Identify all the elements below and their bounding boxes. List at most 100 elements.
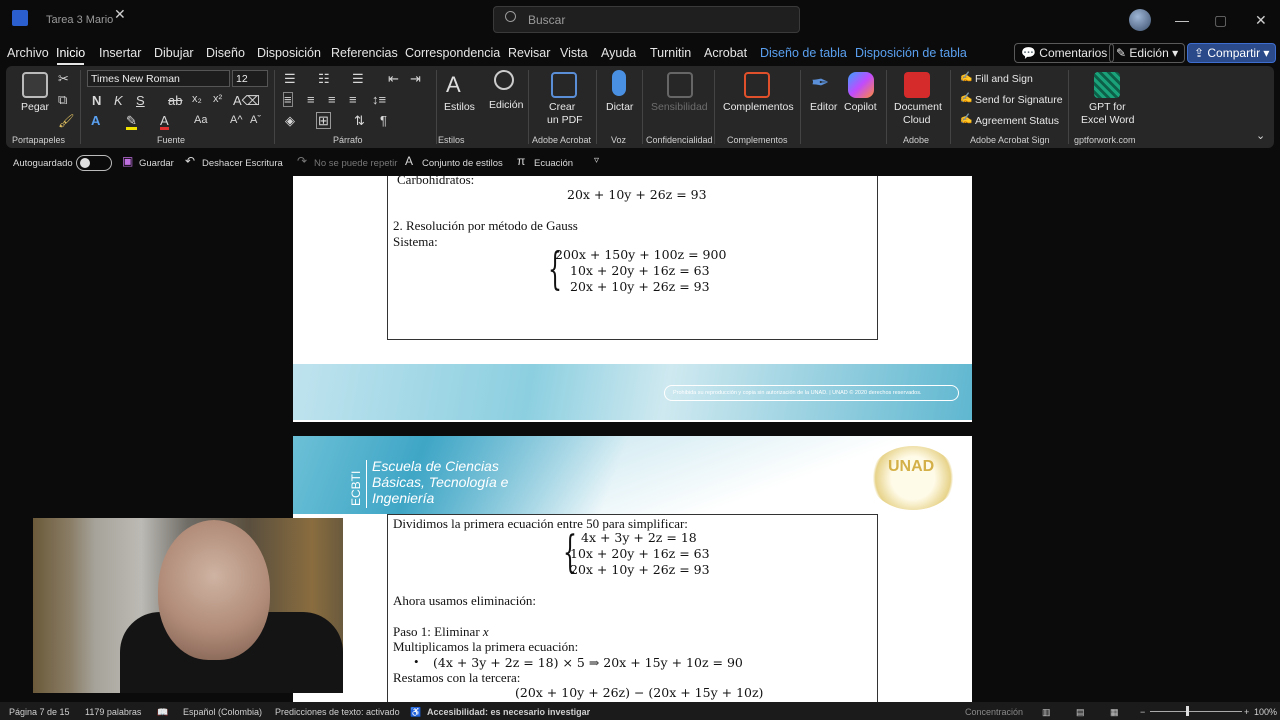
menu-diseno-tabla[interactable]: Diseño de tabla — [760, 46, 847, 60]
cut-icon[interactable]: ✂ — [58, 72, 69, 85]
menu-ayuda[interactable]: Ayuda — [601, 46, 636, 60]
font-size-select[interactable]: 12 — [232, 70, 268, 87]
editor-button[interactable]: Editor — [810, 101, 837, 113]
document-cloud-line2[interactable]: Cloud — [903, 114, 930, 126]
search-input[interactable]: Buscar — [493, 6, 800, 33]
superscript-icon[interactable]: x² — [213, 94, 222, 105]
menu-correspondencia[interactable]: Correspondencia — [405, 46, 500, 60]
copilot-button[interactable]: Copilot — [844, 101, 877, 113]
save-button[interactable]: Guardar — [139, 158, 174, 169]
minimize-button[interactable]: — — [1175, 12, 1189, 28]
focus-button[interactable]: Concentración — [965, 707, 1023, 717]
unad-logo — [870, 446, 956, 510]
copy-icon[interactable]: ⧉ — [58, 93, 67, 106]
bullets-icon[interactable]: ☰ — [284, 72, 296, 85]
editing-mode-button[interactable]: ✎ Edición ▾ — [1109, 43, 1186, 63]
school-line-1: Escuela de Ciencias — [372, 458, 499, 474]
maximize-button[interactable]: ▢ — [1214, 12, 1227, 29]
send-for-signature-button[interactable]: Send for Signature — [975, 94, 1063, 106]
zoom-slider-thumb[interactable] — [1186, 706, 1189, 716]
editing-button[interactable]: Edición — [489, 99, 523, 111]
zoom-level[interactable]: 100% — [1254, 707, 1277, 717]
align-center-icon[interactable]: ≡ — [307, 93, 315, 106]
highlight-icon[interactable]: ✎ — [126, 114, 137, 130]
word-count[interactable]: 1179 palabras — [85, 707, 141, 717]
style-set-button[interactable]: Conjunto de estilos — [422, 158, 503, 169]
active-tab-indicator — [57, 63, 84, 65]
underline-button[interactable]: S — [136, 94, 145, 107]
undo-button[interactable]: Deshacer Escritura — [202, 158, 283, 169]
format-painter-icon[interactable]: 🖌 — [58, 114, 75, 127]
step1-label: Paso 1: Eliminar — [393, 624, 483, 639]
shading-icon[interactable]: ◈ — [285, 114, 295, 127]
line-spacing-icon[interactable]: ↕≡ — [372, 93, 386, 106]
language-status[interactable]: Español (Colombia) — [183, 707, 262, 717]
numbering-icon[interactable]: ☷ — [318, 72, 330, 85]
font-name-select[interactable]: Times New Roman — [87, 70, 230, 87]
comments-button[interactable]: 💬 Comentarios — [1014, 43, 1115, 63]
clear-formatting-icon[interactable]: A⌫ — [233, 94, 260, 107]
italic-button[interactable]: K — [114, 94, 123, 107]
zoom-out-icon[interactable]: − — [1140, 707, 1145, 717]
font-color-icon[interactable]: A — [160, 114, 169, 130]
menu-vista[interactable]: Vista — [560, 46, 588, 60]
collapse-ribbon-icon[interactable]: ⌄ — [1256, 131, 1265, 142]
close-button[interactable]: ✕ — [1255, 12, 1267, 29]
text-effects-icon[interactable]: A — [91, 114, 100, 127]
text-predictions-status[interactable]: Predicciones de texto: activado — [275, 707, 400, 717]
menu-referencias[interactable]: Referencias — [331, 46, 398, 60]
shrink-font-icon[interactable]: Aˇ — [250, 115, 261, 126]
fill-and-sign-button[interactable]: Fill and Sign — [975, 73, 1033, 85]
subscript-icon[interactable]: x₂ — [192, 94, 202, 105]
menu-disposicion-tabla[interactable]: Disposición de tabla — [855, 46, 967, 60]
agreement-status-button[interactable]: Agreement Status — [975, 115, 1059, 127]
grow-font-icon[interactable]: A^ — [230, 115, 243, 126]
avatar[interactable] — [1129, 9, 1151, 31]
increase-indent-icon[interactable]: ⇥ — [410, 72, 421, 85]
proofing-icon[interactable]: 📖 — [157, 707, 168, 718]
gpt-line2[interactable]: Excel Word — [1081, 114, 1135, 126]
menu-inicio[interactable]: Inicio — [56, 46, 85, 60]
share-button[interactable]: ⇪ Compartir ▾ — [1187, 43, 1277, 63]
strikethrough-icon[interactable]: ab — [168, 94, 182, 107]
separator — [886, 70, 887, 144]
page-count[interactable]: Página 7 de 15 — [9, 707, 70, 717]
web-layout-icon[interactable]: ▦ — [1110, 707, 1119, 718]
sort-icon[interactable]: ⇅ — [354, 114, 365, 127]
borders-icon[interactable]: ⊞ — [316, 112, 331, 129]
customize-qat-icon[interactable]: ▿ — [594, 156, 599, 166]
add-ins-button[interactable]: Complementos — [723, 101, 794, 113]
menu-revisar[interactable]: Revisar — [508, 46, 550, 60]
search-icon — [505, 11, 516, 22]
read-mode-icon[interactable]: ▥ — [1042, 707, 1051, 718]
decrease-indent-icon[interactable]: ⇤ — [388, 72, 399, 85]
styles-button[interactable]: Estilos — [444, 101, 475, 113]
accessibility-status[interactable]: Accesibilidad: es necesario investigar — [427, 707, 590, 717]
change-case-icon[interactable]: Aa — [194, 115, 207, 126]
menu-disposicion[interactable]: Disposición — [257, 46, 321, 60]
equation-button[interactable]: Ecuación — [534, 158, 573, 169]
school-line-3: Ingeniería — [372, 490, 435, 506]
bold-button[interactable]: N — [92, 94, 101, 107]
zoom-in-icon[interactable]: + — [1244, 707, 1249, 717]
menu-archivo[interactable]: Archivo — [7, 46, 49, 60]
menu-dibujar[interactable]: Dibujar — [154, 46, 194, 60]
justify-icon[interactable]: ≡ — [349, 93, 357, 106]
dictate-button[interactable]: Dictar — [606, 101, 633, 113]
menu-insertar[interactable]: Insertar — [99, 46, 141, 60]
document-cloud-line1[interactable]: Document — [894, 101, 942, 113]
align-left-icon[interactable]: ≡ — [283, 92, 293, 107]
close-tab-icon[interactable]: ✕ — [114, 6, 126, 23]
menu-diseno[interactable]: Diseño — [206, 46, 245, 60]
align-right-icon[interactable]: ≡ — [328, 93, 336, 106]
create-pdf-line2[interactable]: un PDF — [547, 114, 583, 126]
create-pdf-line1[interactable]: Crear — [549, 101, 575, 113]
gpt-line1[interactable]: GPT for — [1089, 101, 1126, 113]
paste-button[interactable]: Pegar — [21, 101, 49, 113]
show-marks-icon[interactable]: ¶ — [380, 114, 387, 127]
multilevel-list-icon[interactable]: ☰ — [352, 72, 364, 85]
menu-acrobat[interactable]: Acrobat — [704, 46, 747, 60]
print-layout-icon[interactable]: ▤ — [1076, 707, 1085, 718]
zoom-slider[interactable] — [1150, 711, 1242, 712]
menu-turnitin[interactable]: Turnitin — [650, 46, 691, 60]
